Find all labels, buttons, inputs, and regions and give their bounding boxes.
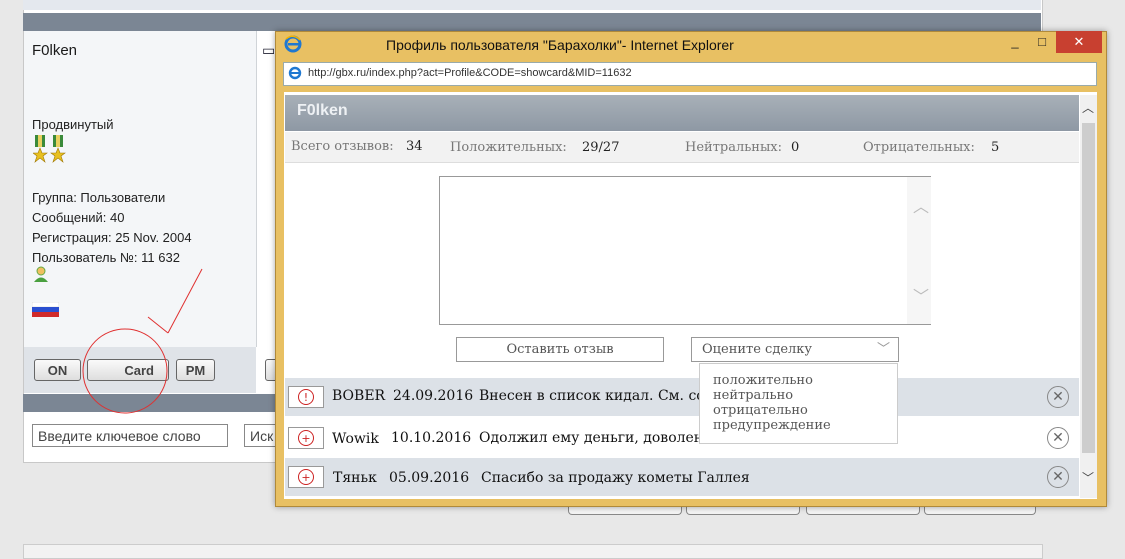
window-title: Профиль пользователя "Барахолки"- Intern… xyxy=(386,37,734,53)
close-icon[interactable]: ✕ xyxy=(1056,31,1102,53)
option-warning[interactable]: предупреждение xyxy=(713,418,897,433)
forum-header-bar xyxy=(23,13,1041,31)
page-ie-icon xyxy=(288,66,302,80)
review-stats: Всего отзывов: 34 Положительных: 29/27 Н… xyxy=(285,132,1079,163)
remove-review-icon[interactable]: ✕ xyxy=(1047,427,1069,449)
option-neutral[interactable]: нейтрально xyxy=(713,388,897,403)
rate-deal-select[interactable]: Оцените сделку ﹀ xyxy=(691,337,899,362)
remove-review-icon[interactable]: ✕ xyxy=(1047,466,1069,488)
positive-value: 29/27 xyxy=(582,140,620,155)
review-user[interactable]: BOBER xyxy=(332,388,385,404)
scroll-up-arrow-icon[interactable]: ︿ xyxy=(1082,99,1094,116)
leave-review-button[interactable]: Оставить отзыв xyxy=(456,337,664,362)
review-user[interactable]: Тяньк xyxy=(333,470,377,486)
russia-flag-icon xyxy=(32,302,59,317)
positive-icon: + xyxy=(288,466,324,488)
search-input[interactable]: Введите ключевое слово xyxy=(32,424,228,447)
total-reviews-value: 34 xyxy=(406,139,423,154)
positive-icon: + xyxy=(288,427,324,449)
forum-top-strip xyxy=(23,0,1041,10)
negative-value: 5 xyxy=(991,140,1000,155)
user-online-icon xyxy=(34,266,48,282)
minimize-icon[interactable]: _ xyxy=(1003,31,1027,53)
user-posts: Сообщений: 40 xyxy=(32,210,125,225)
maximize-icon[interactable]: □ xyxy=(1030,31,1054,53)
review-date: 05.09.2016 xyxy=(389,470,470,486)
scroll-up-icon[interactable]: ︿ xyxy=(913,193,929,217)
profile-name: F0lken xyxy=(297,102,348,119)
ie-logo-icon xyxy=(284,35,302,53)
scroll-down-arrow-icon[interactable]: ﹀ xyxy=(1082,469,1094,486)
profile-header xyxy=(285,95,1079,131)
review-row: + Wowik 10.10.2016 Одолжил ему деньги, д… xyxy=(285,419,1079,457)
scrollbar-thumb[interactable] xyxy=(1082,123,1095,453)
warning-icon: ! xyxy=(288,386,324,408)
review-date: 24.09.2016 xyxy=(393,388,474,404)
neutral-value: 0 xyxy=(791,140,800,155)
review-user[interactable]: Wowik xyxy=(332,431,379,447)
review-row: + Тяньк 05.09.2016 Спасибо за продажу ко… xyxy=(285,458,1079,496)
scroll-down-icon[interactable]: ﹀ xyxy=(913,283,929,307)
review-date: 10.10.2016 xyxy=(391,430,472,446)
total-reviews-label: Всего отзывов: xyxy=(291,139,394,154)
negative-label: Отрицательных: xyxy=(863,140,975,155)
medal-icon xyxy=(50,135,66,163)
medal-icons xyxy=(33,135,66,163)
user-rank: Продвинутый xyxy=(32,117,114,132)
review-text: Спасибо за продажу кометы Галлея xyxy=(481,470,750,486)
option-negative[interactable]: отрицательно xyxy=(713,403,897,418)
medal-icon xyxy=(33,135,48,163)
neutral-label: Нейтральных: xyxy=(685,140,783,155)
review-text: Одолжил ему деньги, доволен xyxy=(479,430,704,446)
rate-deal-label: Оцените сделку xyxy=(702,342,813,357)
forum-username[interactable]: F0lken xyxy=(32,42,77,59)
rate-deal-dropdown: положительно нейтрально отрицательно пре… xyxy=(699,363,898,444)
user-registered: Регистрация: 25 Nov. 2004 xyxy=(32,230,192,245)
window-scrollbar[interactable]: ︿ ﹀ xyxy=(1080,95,1097,498)
annotation-circle-arrow xyxy=(82,268,203,414)
positive-label: Положительных: xyxy=(450,140,567,155)
on-button[interactable]: ON xyxy=(34,359,81,381)
chevron-down-icon: ﹀ xyxy=(876,342,890,357)
address-bar[interactable]: http://gbx.ru/index.php?act=Profile&CODE… xyxy=(283,62,1097,86)
review-row: ! BOBER 24.09.2016 Внесен в список кидал… xyxy=(285,378,1079,416)
review-textarea[interactable]: ︿ ﹀ xyxy=(439,176,931,325)
review-text: Внесен в список кидал. См. сс xyxy=(479,388,705,404)
option-positive[interactable]: положительно xyxy=(713,373,897,388)
remove-review-icon[interactable]: ✕ xyxy=(1047,386,1069,408)
post-icon: ▭ xyxy=(262,42,276,58)
user-group: Группа: Пользователи xyxy=(32,190,166,205)
